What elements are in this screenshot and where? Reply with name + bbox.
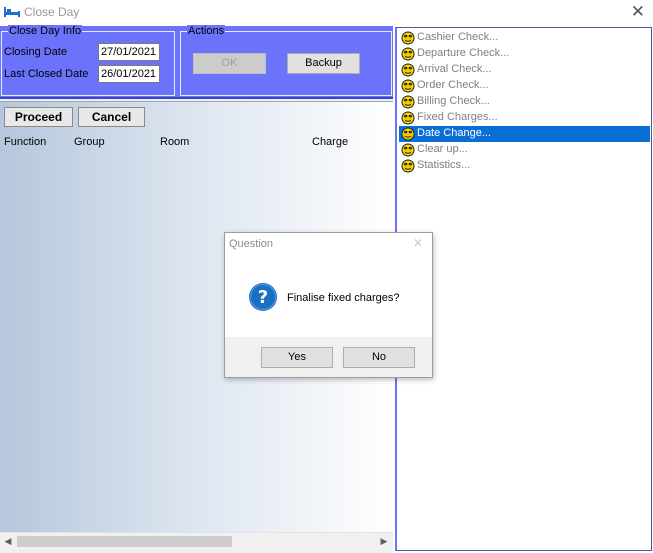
task-item[interactable]: Statistics... — [399, 158, 650, 174]
close-day-info-group: Close Day Info Closing Date 27/01/2021 L… — [1, 25, 175, 96]
task-item[interactable]: Date Change... — [399, 126, 650, 142]
task-list: Cashier Check... Departure Check... Arriva… — [395, 27, 652, 551]
smiley-face-icon — [401, 63, 415, 77]
task-item[interactable]: Clear up... — [399, 142, 650, 158]
task-item[interactable]: Cashier Check... — [399, 30, 650, 46]
window-title: Close Day — [24, 5, 80, 19]
column-header-charge[interactable]: Charge — [312, 136, 348, 148]
dialog-title: Question — [229, 238, 274, 250]
task-label: Arrival Check... — [417, 63, 492, 75]
task-label: Departure Check... — [417, 47, 510, 59]
svg-text:?: ? — [258, 287, 268, 308]
backup-button[interactable]: Backup — [287, 53, 360, 74]
task-label: Date Change... — [417, 127, 491, 139]
task-item[interactable]: Order Check... — [399, 78, 650, 94]
task-item[interactable]: Fixed Charges... — [399, 110, 650, 126]
column-header-room[interactable]: Room — [160, 136, 189, 148]
column-header-function[interactable]: Function — [4, 136, 46, 148]
last-closed-date-field[interactable]: 26/01/2021 — [98, 65, 160, 83]
ok-button[interactable]: OK — [193, 53, 266, 74]
dialog-message: Finalise fixed charges? — [287, 292, 400, 304]
scroll-left-arrow-icon[interactable]: ◀ — [0, 533, 16, 549]
question-dialog: Question ✕ ? Finalise fixed charges? Yes… — [224, 232, 433, 378]
horizontal-scrollbar[interactable]: ◀ ▶ — [0, 532, 393, 549]
closing-date-label: Closing Date — [4, 46, 67, 58]
dialog-footer: Yes No — [225, 337, 432, 377]
task-label: Billing Check... — [417, 95, 490, 107]
info-band: Close Day Info Closing Date 27/01/2021 L… — [0, 25, 393, 99]
proceed-button[interactable]: Proceed — [4, 107, 73, 127]
task-label: Clear up... — [417, 143, 468, 155]
task-label: Cashier Check... — [417, 31, 499, 43]
smiley-face-icon — [401, 79, 415, 93]
title-bar: Close Day ✕ — [0, 0, 653, 25]
smiley-face-icon — [401, 127, 415, 141]
close-day-info-legend: Close Day Info — [8, 25, 83, 37]
scroll-right-arrow-icon[interactable]: ▶ — [376, 533, 392, 549]
column-header-group[interactable]: Group — [74, 136, 105, 148]
task-label: Statistics... — [417, 159, 471, 171]
smiley-face-icon — [401, 31, 415, 45]
bed-icon — [4, 6, 20, 21]
last-closed-date-label: Last Closed Date — [4, 68, 89, 80]
question-icon: ? — [248, 282, 278, 315]
smiley-face-icon — [401, 47, 415, 61]
closing-date-field[interactable]: 27/01/2021 — [98, 43, 160, 61]
actions-group: Actions OK Backup — [180, 25, 392, 96]
task-item[interactable]: Departure Check... — [399, 46, 650, 62]
smiley-face-icon — [401, 95, 415, 109]
task-item[interactable]: Arrival Check... — [399, 62, 650, 78]
smiley-face-icon — [401, 111, 415, 125]
actions-legend: Actions — [187, 25, 226, 37]
task-label: Order Check... — [417, 79, 489, 91]
task-item[interactable]: Billing Check... — [399, 94, 650, 110]
task-label: Fixed Charges... — [417, 111, 498, 123]
dialog-close-button[interactable]: ✕ — [413, 236, 423, 250]
cancel-button[interactable]: Cancel — [78, 107, 145, 127]
no-button[interactable]: No — [343, 347, 415, 368]
window-close-button[interactable]: ✕ — [631, 2, 645, 22]
yes-button[interactable]: Yes — [261, 347, 333, 368]
scrollbar-thumb[interactable] — [17, 536, 232, 547]
smiley-face-icon — [401, 159, 415, 173]
smiley-face-icon — [401, 143, 415, 157]
